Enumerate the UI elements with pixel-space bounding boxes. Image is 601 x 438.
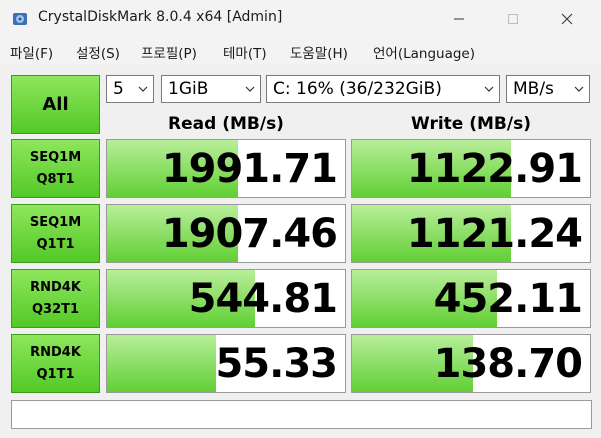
read-result-value: 55.33 — [215, 341, 338, 387]
menu-profile[interactable]: 프로필(P) — [141, 42, 197, 62]
menu-language[interactable]: 언어(Language) — [373, 42, 475, 62]
window-title: CrystalDiskMark 8.0.4 x64 [Admin] — [38, 9, 283, 25]
read-progress-bar — [107, 335, 217, 392]
write-result-value: 1122.91 — [406, 146, 583, 192]
minimize-icon — [454, 18, 464, 20]
menu-file[interactable]: 파일(F) — [10, 42, 53, 62]
read-result-box: 1991.71 — [106, 139, 346, 198]
test-rnd4k-q1t1-button[interactable]: RND4K Q1T1 — [11, 334, 100, 393]
main-panel: All 5 1GiB C: 16% (36/232GiB) MB/s Read … — [0, 64, 601, 438]
read-result-value: 1907.46 — [161, 211, 338, 257]
comment-input[interactable] — [11, 400, 592, 429]
drive-value: C: 16% (36/232GiB) — [273, 79, 442, 99]
count-select[interactable]: 5 — [106, 75, 154, 103]
test-queue: Q1T1 — [36, 366, 75, 382]
menu-settings[interactable]: 설정(S) — [76, 42, 120, 62]
chevron-down-icon — [574, 86, 584, 92]
write-result-box: 1121.24 — [351, 204, 591, 263]
menu-help[interactable]: 도움말(H) — [290, 42, 348, 62]
chevron-down-icon — [245, 86, 255, 92]
test-seq1m-q8t1-button[interactable]: SEQ1M Q8T1 — [11, 139, 100, 198]
test-queue: Q1T1 — [36, 236, 75, 252]
write-header: Write (MB/s) — [411, 114, 531, 134]
write-result-box: 452.11 — [351, 269, 591, 328]
write-result-box: 1122.91 — [351, 139, 591, 198]
size-value: 1GiB — [168, 79, 209, 99]
test-name: SEQ1M — [29, 149, 82, 165]
maximize-button[interactable] — [490, 0, 536, 38]
test-seq1m-q1t1-button[interactable]: SEQ1M Q1T1 — [11, 204, 100, 263]
read-result-value: 1991.71 — [161, 146, 338, 192]
menu-bar: 파일(F) 설정(S) 프로필(P) 테마(T) 도움말(H) 언어(Langu… — [0, 38, 601, 64]
read-result-box: 1907.46 — [106, 204, 346, 263]
close-icon — [561, 13, 573, 25]
write-result-value: 138.70 — [433, 341, 583, 387]
write-result-value: 452.11 — [433, 276, 583, 322]
read-result-box: 544.81 — [106, 269, 346, 328]
write-result-value: 1121.24 — [406, 211, 583, 257]
test-name: RND4K — [30, 279, 81, 295]
all-button[interactable]: All — [11, 75, 100, 134]
read-result-value: 544.81 — [188, 276, 338, 322]
test-queue: Q32T1 — [31, 301, 80, 317]
test-queue: Q8T1 — [36, 171, 75, 187]
chevron-down-icon — [484, 86, 494, 92]
minimize-button[interactable] — [436, 0, 482, 38]
unit-select[interactable]: MB/s — [506, 75, 590, 103]
read-header: Read (MB/s) — [168, 114, 284, 134]
test-rnd4k-q32t1-button[interactable]: RND4K Q32T1 — [11, 269, 100, 328]
close-button[interactable] — [544, 0, 590, 38]
title-bar: CrystalDiskMark 8.0.4 x64 [Admin] — [0, 0, 601, 38]
maximize-icon — [508, 14, 518, 24]
test-name: SEQ1M — [29, 214, 82, 230]
disk-icon — [13, 13, 27, 25]
write-result-box: 138.70 — [351, 334, 591, 393]
menu-theme[interactable]: 테마(T) — [223, 42, 267, 62]
chevron-down-icon — [138, 86, 148, 92]
unit-value: MB/s — [513, 79, 554, 99]
drive-select[interactable]: C: 16% (36/232GiB) — [266, 75, 500, 103]
read-result-box: 55.33 — [106, 334, 346, 393]
count-value: 5 — [113, 79, 124, 99]
test-name: RND4K — [30, 344, 81, 360]
size-select[interactable]: 1GiB — [161, 75, 261, 103]
